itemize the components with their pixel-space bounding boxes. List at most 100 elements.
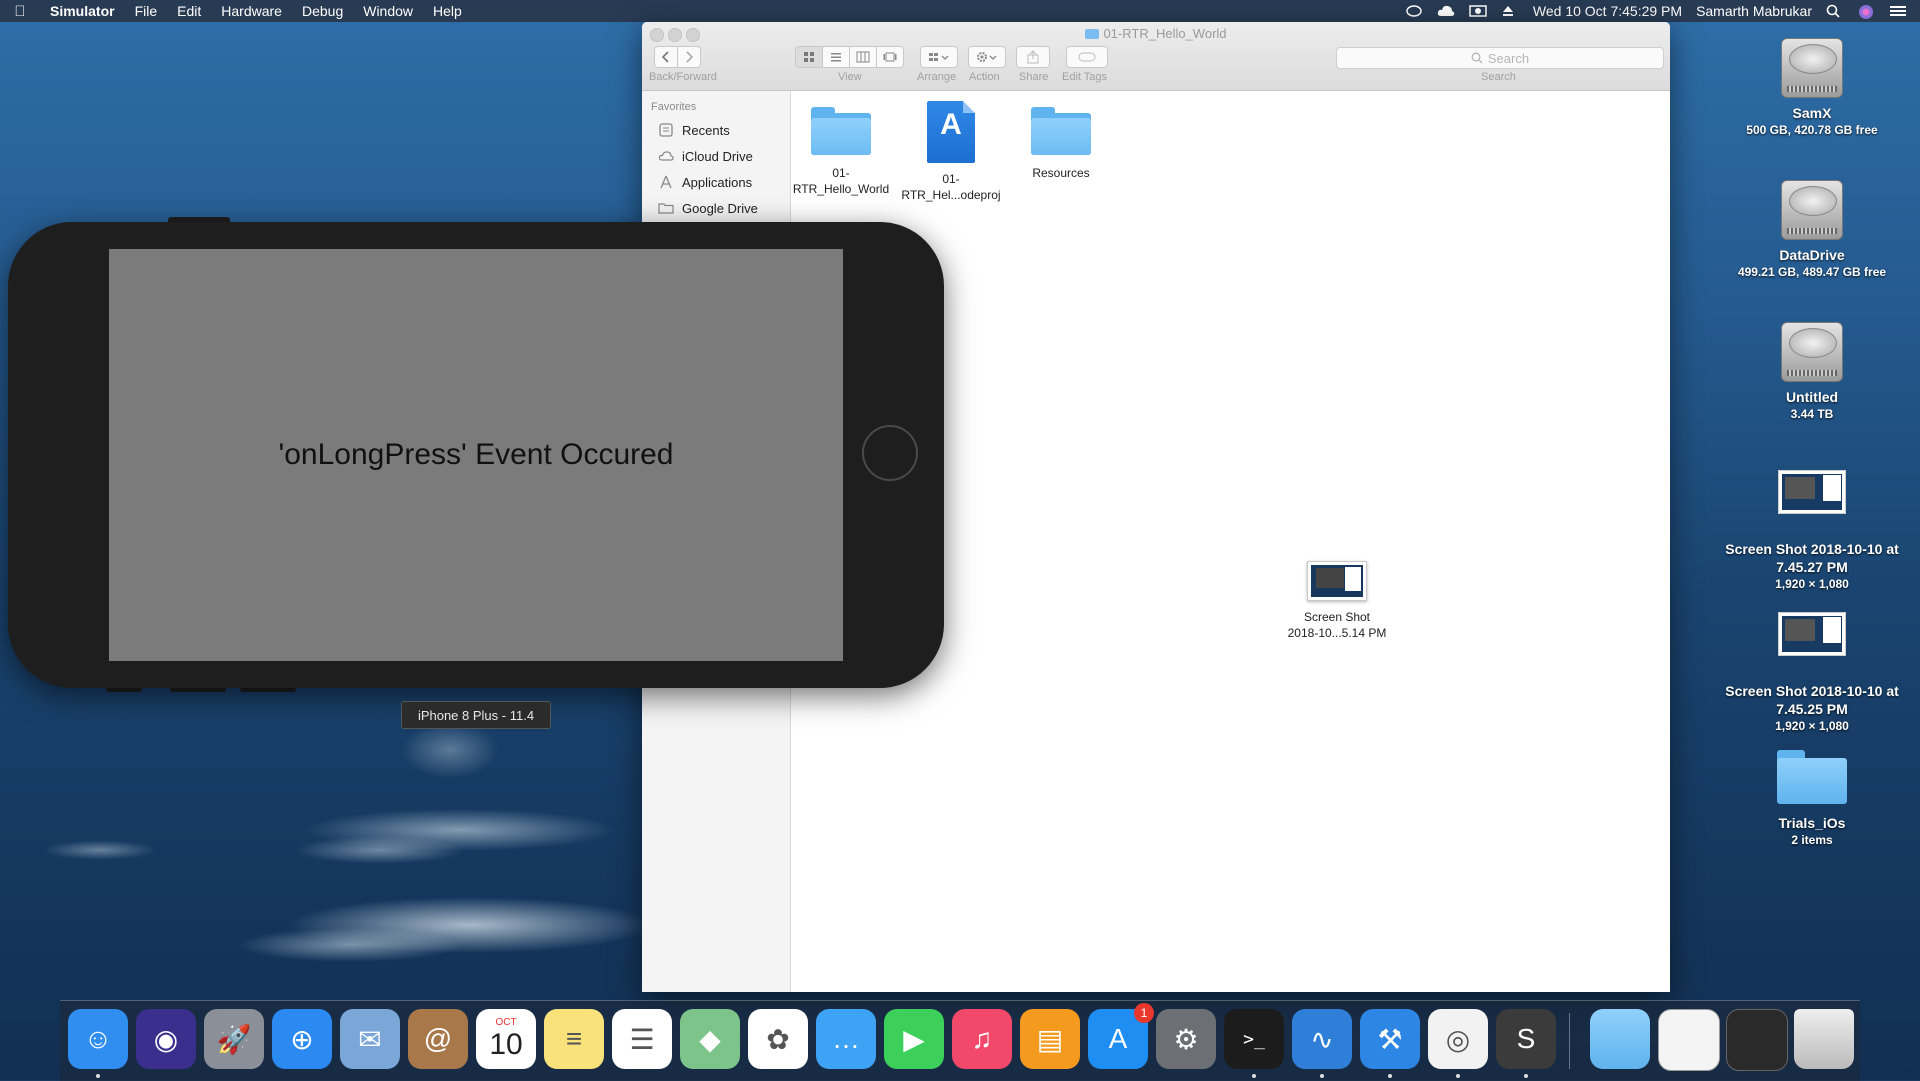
safari-icon[interactable]: ⊕: [272, 1009, 332, 1069]
terminal-icon[interactable]: >_: [1224, 1009, 1284, 1069]
siri-icon[interactable]: ◉: [136, 1009, 196, 1069]
itunes-icon[interactable]: ♫: [952, 1009, 1012, 1069]
file-name: 2018-10...5.14 PM: [1287, 626, 1387, 640]
nvidia-icon[interactable]: [1469, 4, 1487, 18]
home-button[interactable]: [862, 425, 918, 481]
xcode-icon[interactable]: ⚒: [1360, 1009, 1420, 1069]
creative-cloud-icon[interactable]: [1405, 4, 1423, 18]
sidebar-item-google-drive[interactable]: Google Drive: [642, 195, 790, 221]
desktop-item-drive[interactable]: SamX 500 GB, 420.78 GB free: [1722, 30, 1902, 138]
menu-edit[interactable]: Edit: [167, 0, 211, 22]
maps-icon[interactable]: ◆: [680, 1009, 740, 1069]
edit-tags-label: Edit Tags: [1062, 71, 1108, 83]
notification-center-icon[interactable]: [1890, 4, 1908, 18]
device-label: iPhone 8 Plus - 11.4: [401, 701, 551, 729]
menu-clock[interactable]: Wed 10 Oct 7:45:29 PM: [1533, 3, 1682, 19]
sidebar-item-icloud-drive[interactable]: iCloud Drive: [642, 143, 790, 169]
sidebar-heading-favorites: Favorites: [651, 101, 697, 113]
view-label: View: [838, 71, 862, 83]
minimized-sublime-icon[interactable]: [1726, 1009, 1788, 1071]
finder-toolbar: 01-RTR_Hello_World Back/Forward View Arr…: [642, 22, 1670, 91]
app-store-icon[interactable]: A1: [1088, 1003, 1154, 1069]
desktop-item-drive[interactable]: Untitled 3.44 TB: [1722, 314, 1902, 422]
file-name: Screen Shot: [1303, 610, 1371, 624]
sidebar-item-label: Recents: [682, 122, 730, 138]
folder-icon: [1031, 107, 1091, 155]
file-name: RTR_Hello_World: [792, 182, 890, 196]
screenshot-thumbnail-icon: [1307, 561, 1367, 601]
arrange-button[interactable]: [920, 46, 958, 68]
recents-icon: [658, 123, 674, 137]
ibooks-icon[interactable]: ▤: [1020, 1009, 1080, 1069]
action-button[interactable]: [968, 46, 1006, 68]
menu-help[interactable]: Help: [423, 0, 472, 22]
running-indicator: [1456, 1074, 1460, 1078]
file-name: 01-: [942, 172, 960, 186]
file-item-xcodeproj[interactable]: A 01- RTR_Hel...odeproj: [901, 101, 1001, 203]
launchpad-icon[interactable]: 🚀: [204, 1009, 264, 1069]
contacts-icon[interactable]: @: [408, 1009, 468, 1069]
eject-icon[interactable]: [1501, 4, 1519, 18]
photos-icon[interactable]: ✿: [748, 1009, 808, 1069]
apple-menu-icon[interactable]: : [0, 3, 40, 20]
file-item-folder[interactable]: 01- RTR_Hello_World: [791, 107, 891, 197]
desktop-item-folder[interactable]: Trials_iOs 2 items: [1722, 750, 1902, 848]
chrome-icon[interactable]: ◎: [1428, 1009, 1488, 1069]
menu-window[interactable]: Window: [353, 0, 423, 22]
column-view-button[interactable]: [850, 46, 877, 68]
file-item-screenshot[interactable]: Screen Shot 2018-10...5.14 PM: [1277, 561, 1397, 641]
share-button[interactable]: [1016, 46, 1050, 68]
desktop-item-drive[interactable]: DataDrive 499.21 GB, 489.47 GB free: [1722, 172, 1902, 280]
system-preferences-icon[interactable]: ⚙: [1156, 1009, 1216, 1069]
sidebar-item-applications[interactable]: Applications: [642, 169, 790, 195]
tag-icon: [1078, 52, 1096, 62]
menu-user[interactable]: Samarth Mabrukar: [1696, 3, 1812, 19]
file-name: RTR_Hel...odeproj: [901, 188, 1001, 202]
search-input[interactable]: Search: [1336, 47, 1664, 69]
list-view-button[interactable]: [823, 46, 850, 68]
finder-title: 01-RTR_Hello_World: [642, 26, 1670, 41]
spotlight-search-icon[interactable]: [1826, 4, 1844, 18]
sidebar-item-recents[interactable]: Recents: [642, 117, 790, 143]
gallery-view-button[interactable]: [877, 46, 904, 68]
action-label: Action: [969, 71, 1000, 83]
downloads-folder-icon[interactable]: [1590, 1009, 1650, 1069]
messages-icon[interactable]: …: [816, 1009, 876, 1069]
reminders-icon[interactable]: ☰: [612, 1009, 672, 1069]
column-view-icon: [856, 51, 870, 63]
siri-icon[interactable]: [1858, 4, 1876, 19]
simulator-screen[interactable]: 'onLongPress' Event Occured: [109, 249, 843, 661]
menu-app-name[interactable]: Simulator: [40, 3, 125, 19]
menu-hardware[interactable]: Hardware: [211, 0, 292, 22]
forward-button[interactable]: [678, 46, 701, 68]
sublime-icon[interactable]: S: [1496, 1009, 1556, 1069]
running-indicator: [1252, 1074, 1256, 1078]
instruments-icon[interactable]: ∿: [1292, 1009, 1352, 1069]
running-indicator: [1320, 1074, 1324, 1078]
edit-tags-button[interactable]: [1066, 46, 1108, 68]
trash-icon[interactable]: [1794, 1009, 1854, 1069]
icon-view-button[interactable]: [795, 46, 823, 68]
desktop-item-screenshot[interactable]: Screen Shot 2018-10-10 at 7.45.27 PM 1,9…: [1722, 470, 1902, 592]
desktop-item-screenshot[interactable]: Screen Shot 2018-10-10 at 7.45.25 PM 1,9…: [1722, 612, 1902, 734]
screenshot-thumbnail-icon: [1778, 612, 1846, 656]
desktop-item-name: Untitled: [1785, 389, 1839, 405]
file-item-folder[interactable]: Resources: [1011, 107, 1111, 181]
file-name: Resources: [1032, 166, 1090, 180]
gallery-view-icon: [883, 52, 897, 62]
back-button[interactable]: [654, 46, 678, 68]
finder-icon[interactable]: ☺: [68, 1009, 128, 1069]
calendar-icon[interactable]: OCT 10: [476, 1009, 536, 1069]
notes-icon[interactable]: ≡: [544, 1009, 604, 1069]
cloud-upload-icon[interactable]: [1437, 4, 1455, 18]
minimized-chrome-icon[interactable]: [1658, 1009, 1720, 1071]
running-indicator: [96, 1074, 100, 1078]
back-forward-label: Back/Forward: [649, 71, 717, 83]
facetime-icon[interactable]: ▶: [884, 1009, 944, 1069]
menu-debug[interactable]: Debug: [292, 0, 353, 22]
folder-icon: [658, 201, 674, 215]
desktop-item-name: Screen Shot 2018-10-10 at 7.45.25 PM: [1725, 683, 1899, 717]
mail-icon[interactable]: ✉: [340, 1009, 400, 1069]
running-indicator: [1388, 1074, 1392, 1078]
menu-file[interactable]: File: [125, 0, 168, 22]
